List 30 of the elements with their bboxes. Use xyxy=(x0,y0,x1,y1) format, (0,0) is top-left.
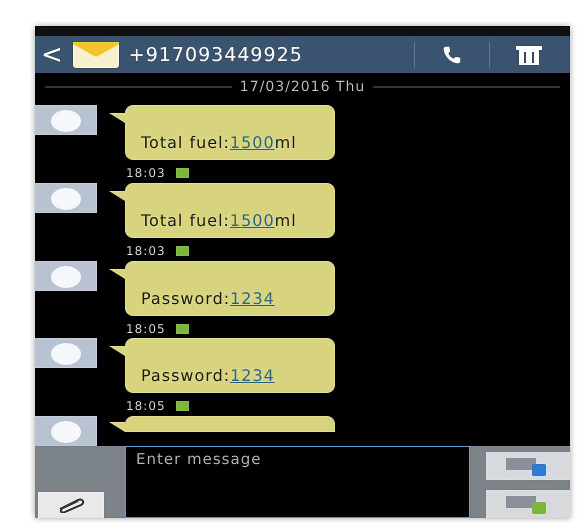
delivered-icon xyxy=(176,324,189,334)
message-time: 18:03 xyxy=(126,166,166,180)
contact-number: +917093449925 xyxy=(128,44,304,66)
message-input[interactable]: Enter message xyxy=(125,446,470,518)
date-label: 17/03/2016 Thu xyxy=(240,79,366,95)
message-text: Total fuel:1500ml xyxy=(141,210,297,230)
bubble-tail xyxy=(109,268,125,278)
delivered-icon xyxy=(176,401,189,412)
message-time: 18:05 xyxy=(126,399,166,414)
avatar-icon xyxy=(35,105,97,135)
avatar-icon xyxy=(35,416,97,446)
delivered-icon xyxy=(176,246,189,256)
bubble-tail xyxy=(109,422,125,432)
avatar-icon xyxy=(35,182,97,213)
message-time: 18:05 xyxy=(126,322,166,336)
bubble-tail xyxy=(109,346,125,356)
avatar-icon xyxy=(35,338,97,368)
back-button[interactable]: < xyxy=(41,42,63,68)
delete-icon[interactable] xyxy=(516,44,542,66)
envelope-icon xyxy=(72,42,119,68)
message-text: Password:1234 xyxy=(141,288,275,308)
avatar-icon xyxy=(35,260,97,290)
send-button[interactable] xyxy=(486,452,570,480)
bubble-tail xyxy=(109,190,125,201)
message-text: Password:1234 xyxy=(141,366,275,386)
bubble-tail xyxy=(109,113,125,123)
delivered-icon xyxy=(176,168,189,178)
message-text: Total fuel:1500ml xyxy=(141,133,297,152)
attach-button[interactable] xyxy=(38,492,104,518)
message-time: 18:03 xyxy=(126,244,166,258)
